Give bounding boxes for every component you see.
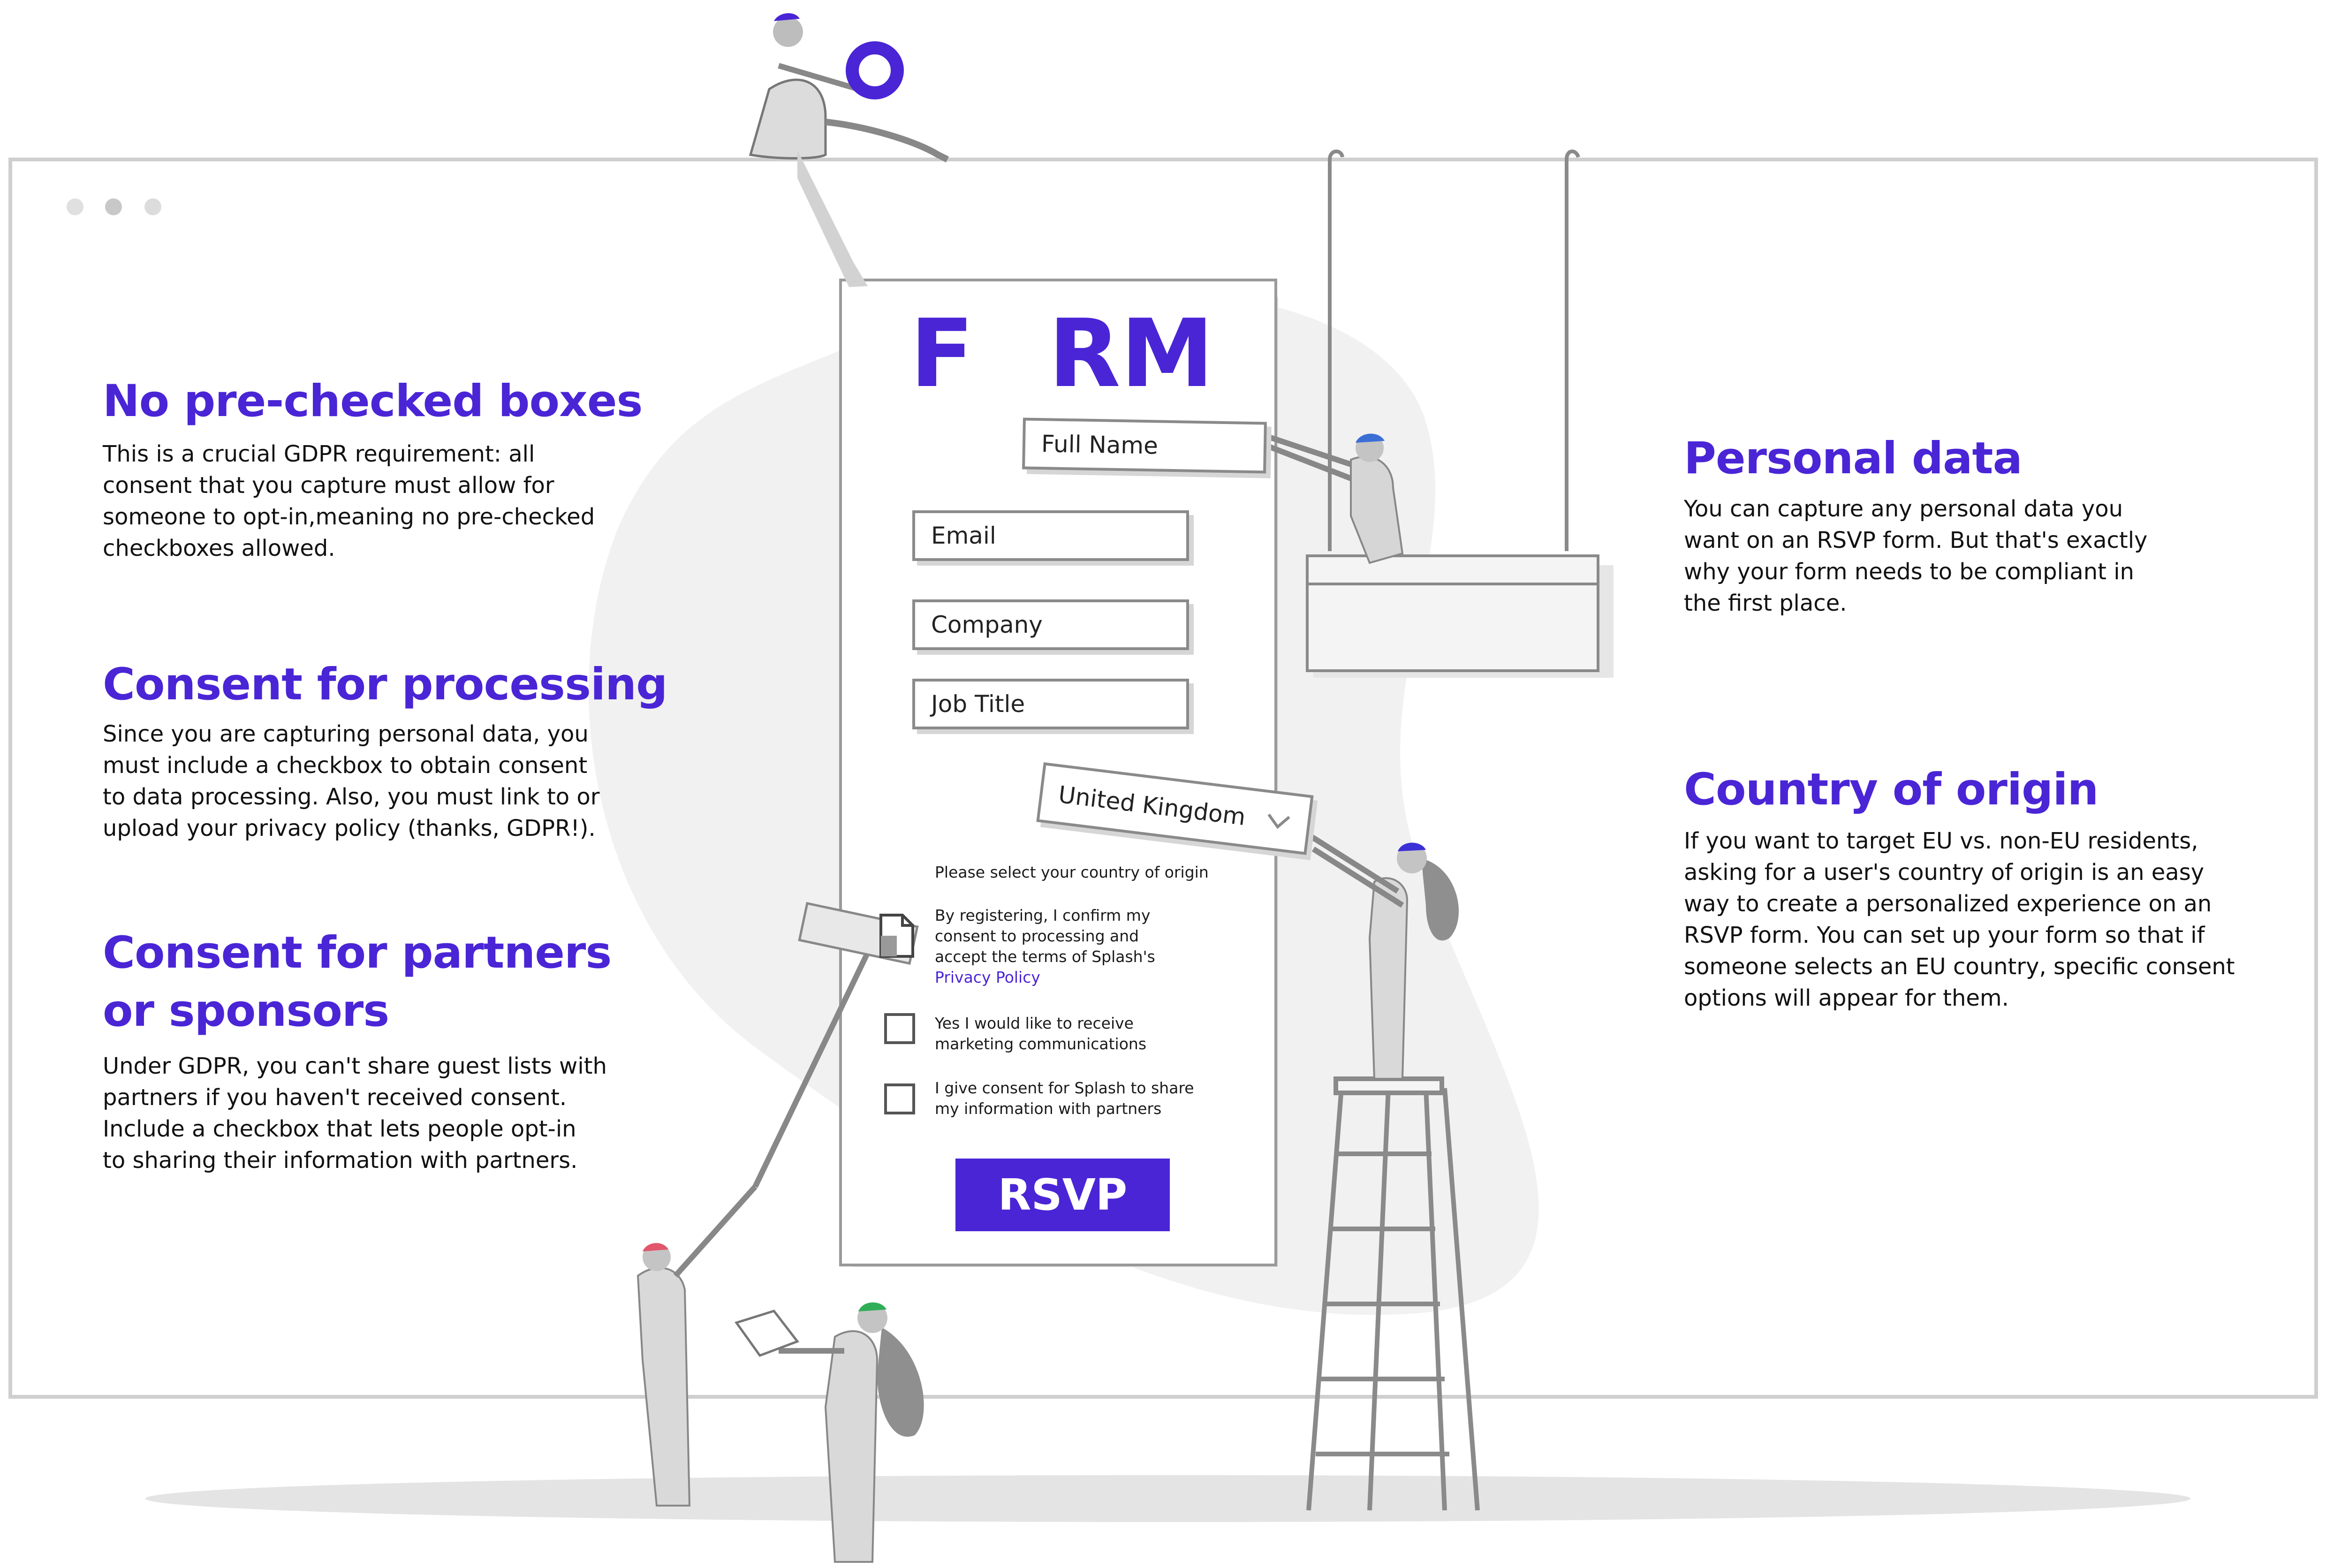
partners-checkbox[interactable] (884, 1083, 915, 1114)
scaffold-platform (1306, 554, 1599, 672)
body-line: This is a crucial GDPR requirement: all (103, 441, 535, 467)
body-personal-data: You can capture any personal data you wa… (1684, 493, 2147, 619)
form-title-rm: RM (1048, 299, 1214, 409)
heading-country-origin: Country of origin (1684, 764, 2099, 815)
checkbox-label-line: I give consent for Splash to share (935, 1079, 1194, 1097)
window-dot (105, 198, 122, 215)
window-dot (144, 198, 161, 215)
body-line: If you want to target EU vs. non-EU resi… (1684, 828, 2198, 854)
privacy-policy-link[interactable]: Privacy Policy (935, 967, 1155, 988)
country-select-value: United Kingdom (1057, 780, 1247, 831)
checkbox-label-line: marketing communications (935, 1035, 1147, 1053)
company-field[interactable]: Company (912, 599, 1189, 650)
document-icon (879, 914, 914, 958)
rsvp-button[interactable]: RSVP (955, 1159, 1170, 1231)
heading-line: or sponsors (103, 985, 389, 1037)
body-line: checkboxes allowed. (103, 535, 335, 561)
body-country-origin: If you want to target EU vs. non-EU resi… (1684, 826, 2235, 1014)
body-line: Since you are capturing personal data, y… (103, 721, 589, 747)
terms-line: consent to processing and (935, 927, 1139, 945)
window-dot (67, 198, 83, 215)
checkbox-label-line: Yes I would like to receive (935, 1014, 1134, 1032)
body-line: want on an RSVP form. But that's exactly (1684, 527, 2148, 553)
body-line: to sharing their information with partne… (103, 1147, 578, 1174)
body-line: asking for a user's country of origin is… (1684, 859, 2205, 886)
country-hint: Please select your country of origin (935, 863, 1209, 881)
letter-o-ring (846, 41, 904, 99)
body-line: upload your privacy policy (thanks, GDPR… (103, 815, 596, 841)
body-no-prechecked: This is a crucial GDPR requirement: all … (103, 439, 595, 564)
marketing-checkbox-label: Yes I would like to receive marketing co… (935, 1013, 1146, 1054)
terms-text: By registering, I confirm my consent to … (935, 905, 1155, 988)
worker-sitting (749, 13, 949, 287)
body-line: consent that you capture must allow for (103, 472, 554, 499)
heading-line: Consent for partners (103, 927, 612, 978)
ground-shadow (145, 1475, 2190, 1522)
body-consent-processing: Since you are capturing personal data, y… (103, 719, 600, 844)
body-line: someone to opt-in,meaning no pre-checked (103, 504, 595, 530)
form-title-f: F (910, 299, 974, 409)
body-consent-partners: Under GDPR, you can't share guest lists … (103, 1051, 607, 1176)
body-line: the first place. (1684, 590, 1847, 616)
email-field[interactable]: Email (912, 510, 1189, 561)
heading-personal-data: Personal data (1684, 433, 2023, 484)
body-line: Under GDPR, you can't share guest lists … (103, 1053, 607, 1079)
body-line: RSVP form. You can set up your form so t… (1684, 922, 2205, 948)
body-line: why your form needs to be compliant in (1684, 559, 2134, 585)
body-line: partners if you haven't received consent… (103, 1084, 567, 1111)
partners-checkbox-label: I give consent for Splash to share my in… (935, 1078, 1194, 1119)
body-line: must include a checkbox to obtain consen… (103, 752, 588, 779)
body-line: someone selects an EU country, specific … (1684, 954, 2235, 980)
terms-line: accept the terms of Splash's (935, 947, 1155, 966)
terms-line: By registering, I confirm my (935, 906, 1151, 924)
job-title-field[interactable]: Job Title (912, 679, 1189, 729)
body-line: way to create a personalized experience … (1684, 891, 2212, 917)
heading-consent-processing: Consent for processing (103, 659, 667, 710)
body-line: options will appear for them. (1684, 985, 2009, 1011)
heading-consent-partners: Consent for partners or sponsors (103, 924, 612, 1040)
checkbox-label-line: my information with partners (935, 1099, 1162, 1118)
worker-paper (734, 1302, 924, 1563)
body-line: You can capture any personal data you (1684, 496, 2123, 522)
body-line: Include a checkbox that lets people opt-… (103, 1116, 576, 1142)
full-name-field[interactable]: Full Name (1022, 417, 1267, 474)
heading-no-prechecked: No pre-checked boxes (103, 376, 643, 427)
marketing-checkbox[interactable] (884, 1013, 915, 1044)
chevron-down-icon (1267, 813, 1290, 829)
body-line: to data processing. Also, you must link … (103, 784, 600, 810)
